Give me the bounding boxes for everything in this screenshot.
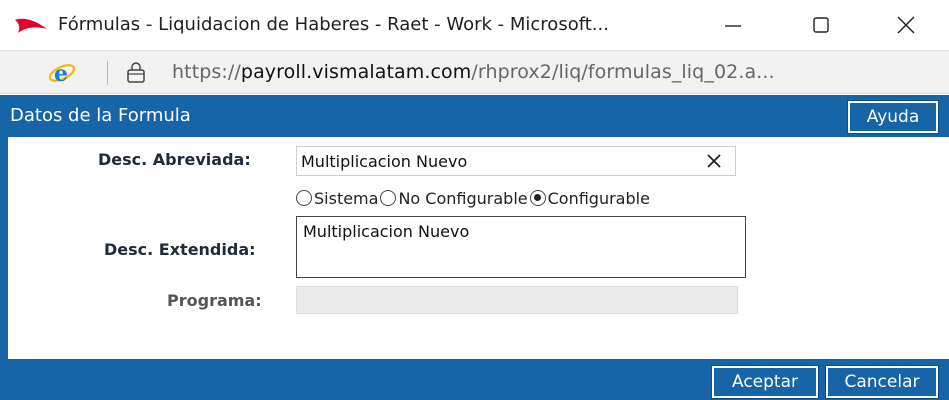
long-desc-value: Multiplicacion Nuevo — [303, 222, 470, 241]
radio-no-configurable-label: No Configurable — [398, 188, 528, 208]
address-bar: e https://payroll.vismalatam.com/rhprox2… — [0, 50, 949, 94]
maximize-icon — [813, 17, 829, 33]
page-title: Datos de la Formula — [10, 105, 191, 126]
radio-configurable[interactable]: Configurable — [529, 188, 650, 208]
lock-icon[interactable] — [124, 60, 148, 88]
formula-type-radio-group: Sistema No Configurable Configurable — [296, 186, 652, 210]
url-host: payroll.vismalatam.com — [240, 61, 472, 83]
radio-sistema-circle[interactable] — [296, 190, 312, 206]
window-title: Fórmulas - Liquidacion de Haberes - Raet… — [58, 14, 609, 35]
minimize-icon — [725, 25, 741, 27]
app-logo-icon — [14, 17, 48, 39]
ie-icon: e — [48, 60, 76, 90]
clear-icon[interactable] — [705, 152, 723, 174]
close-icon — [897, 16, 915, 34]
short-desc-input[interactable]: Multiplicacion Nuevo — [296, 146, 736, 176]
address-separator — [107, 61, 108, 85]
long-desc-textarea[interactable]: Multiplicacion Nuevo — [296, 216, 746, 278]
short-desc-label: Desc. Abreviada: — [98, 150, 251, 169]
radio-sistema[interactable]: Sistema — [296, 189, 378, 208]
svg-text:e: e — [54, 61, 68, 86]
url-path: /rhprox2/liq/formulas_liq_02.a... — [471, 61, 775, 83]
radio-sistema-label: Sistema — [314, 188, 379, 208]
radio-no-configurable[interactable]: No Configurable — [380, 188, 528, 208]
window-title-bar: Fórmulas - Liquidacion de Haberes - Raet… — [0, 0, 949, 50]
radio-configurable-label: Configurable — [547, 188, 650, 208]
program-input — [296, 286, 738, 314]
accept-button[interactable]: Aceptar — [711, 365, 819, 399]
url-text[interactable]: https://payroll.vismalatam.com/rhprox2/l… — [172, 61, 775, 83]
form-header: Datos de la Formula — [0, 95, 949, 137]
short-desc-value: Multiplicacion Nuevo — [301, 152, 468, 171]
close-window-button[interactable] — [866, 0, 946, 50]
maximize-button[interactable] — [781, 0, 861, 50]
program-label: Programa: — [167, 291, 262, 310]
minimize-button[interactable] — [693, 0, 773, 50]
url-scheme: https:// — [172, 61, 241, 83]
cancel-button[interactable]: Cancelar — [825, 365, 939, 399]
long-desc-label: Desc. Extendida: — [104, 240, 256, 259]
radio-no-configurable-circle[interactable] — [380, 190, 397, 206]
help-button[interactable]: Ayuda — [847, 100, 939, 134]
radio-configurable-circle[interactable] — [529, 190, 546, 206]
